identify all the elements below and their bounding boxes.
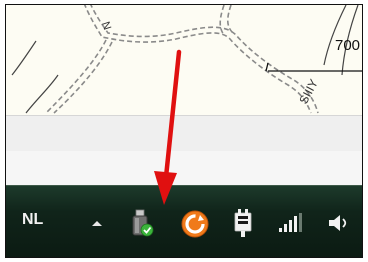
map-drawing: N SIIIY <box>11 5 362 114</box>
taskbar: NL <box>6 185 362 257</box>
power-plug-icon[interactable] <box>230 208 256 238</box>
volume-icon[interactable] <box>326 210 352 236</box>
svg-text:N: N <box>99 20 113 31</box>
map-elevation-label: 700 <box>335 37 361 54</box>
safely-remove-usb-icon[interactable] <box>128 208 154 238</box>
map-view: N SIIIY 700 <box>6 5 362 115</box>
svg-text:SIIIY: SIIIY <box>296 77 321 107</box>
screenshot-frame: N SIIIY 700 NL <box>5 4 363 258</box>
input-language-indicator[interactable]: NL <box>22 211 43 229</box>
window-status-area <box>6 151 362 185</box>
show-hidden-icons-chevron-icon[interactable] <box>89 215 105 231</box>
network-signal-icon[interactable] <box>277 212 303 234</box>
update-icon[interactable] <box>180 209 210 239</box>
window-bottom-area <box>6 115 362 153</box>
